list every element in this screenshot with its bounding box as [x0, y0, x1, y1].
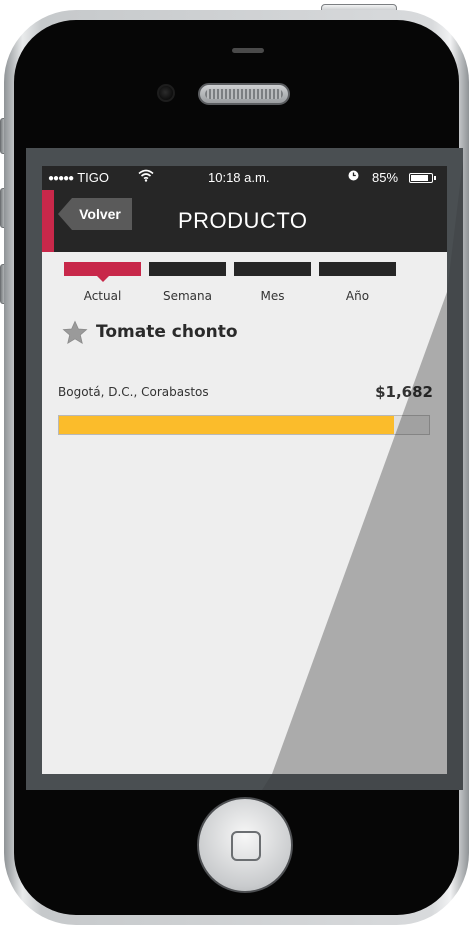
- signal-dots-icon: ●●●●●: [48, 173, 74, 184]
- status-bar: ●●●●● TIGO 10:18 a.m. 85%: [42, 166, 447, 190]
- front-camera: [157, 84, 175, 102]
- tab-semana[interactable]: Semana: [149, 262, 226, 308]
- alarm-clock-icon: [348, 170, 359, 184]
- tab-label: Actual: [83, 289, 122, 303]
- status-time: 10:18 a.m.: [208, 170, 270, 185]
- tab-actual[interactable]: Actual: [64, 262, 141, 308]
- carrier-name: TIGO: [77, 170, 109, 185]
- tab-label: Semana: [162, 289, 212, 303]
- tab-label: Mes: [260, 289, 285, 303]
- nav-accent-strip: [42, 190, 54, 252]
- home-button[interactable]: [197, 797, 293, 893]
- star-icon[interactable]: [62, 320, 88, 346]
- back-button[interactable]: Volver: [58, 198, 132, 230]
- page-title: PRODUCTO: [178, 208, 308, 233]
- tab-indicator: [64, 262, 141, 282]
- product-name: Tomate chonto: [96, 322, 238, 342]
- tab-label: Año: [345, 289, 370, 303]
- tab-indicator: [319, 262, 396, 276]
- market-row: Bogotá, D.C., Corabastos $1,682: [58, 383, 433, 407]
- carrier: ●●●●● TIGO: [48, 170, 109, 185]
- market-name: Bogotá, D.C., Corabastos: [58, 385, 209, 399]
- battery-icon: [409, 173, 436, 183]
- tab-mes[interactable]: Mes: [234, 262, 311, 308]
- price-bar: [58, 415, 430, 435]
- period-tabs: Actual Semana Mes Año: [64, 262, 404, 308]
- tab-indicator: [149, 262, 226, 276]
- app-screen: ●●●●● TIGO 10:18 a.m. 85% Volver PRODUCTO…: [42, 166, 447, 774]
- battery-fill: [411, 175, 428, 181]
- tab-indicator: [234, 262, 311, 276]
- market-price: $1,682: [375, 383, 433, 401]
- price-bar-fill: [59, 416, 394, 434]
- wifi-icon: [138, 169, 154, 185]
- speaker-slot: [232, 48, 264, 53]
- nav-bar: Volver PRODUCTO: [42, 190, 447, 252]
- battery-percent: 85%: [372, 170, 399, 185]
- tab-ano[interactable]: Año: [319, 262, 396, 308]
- earpiece: [198, 83, 290, 105]
